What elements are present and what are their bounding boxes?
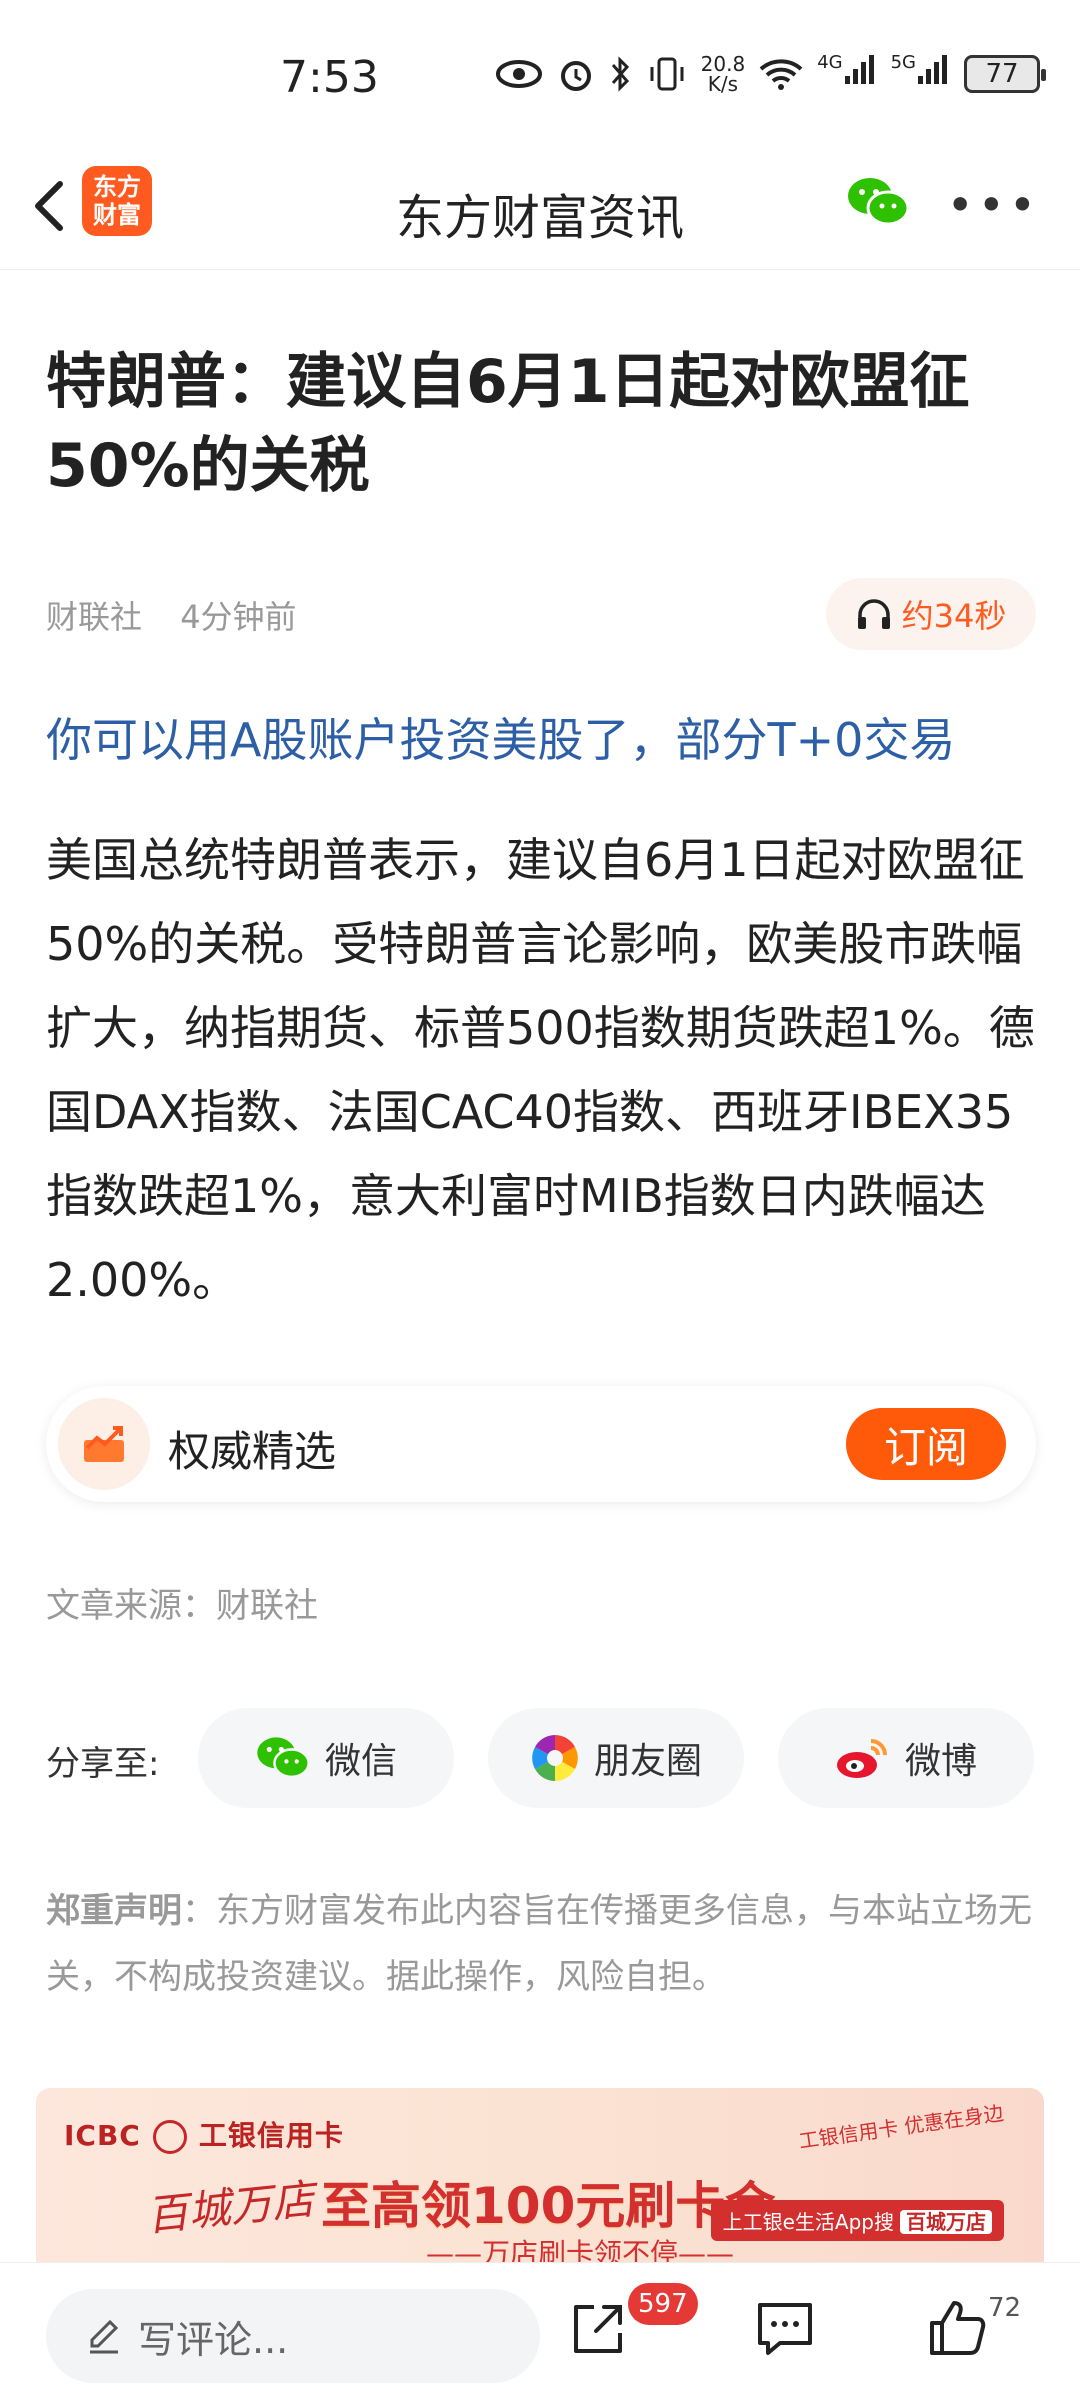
listen-audio-button[interactable]: 约34秒 bbox=[826, 578, 1036, 650]
share-count-badge: 597 bbox=[628, 2283, 698, 2325]
ad-headline: 至高领100元刷卡金 bbox=[321, 2177, 776, 2235]
share-icon bbox=[574, 2305, 622, 2353]
wifi-icon bbox=[759, 52, 803, 96]
net-speed-unit: K/s bbox=[707, 72, 739, 96]
bottom-bar: 写评论... 597 72 bbox=[0, 2262, 1080, 2400]
status-time: 7:53 bbox=[280, 52, 379, 103]
share-label: 分享至: bbox=[46, 1744, 160, 1784]
article-source: 财联社 bbox=[46, 598, 143, 636]
ad-banner[interactable]: ICBC 工银信用卡 工银信用卡 优惠在身边 百城万店 至高领100元刷卡金 ——… bbox=[36, 2088, 1044, 2268]
chart-trend-icon bbox=[58, 1398, 150, 1490]
wechat-icon bbox=[257, 1737, 310, 1779]
bluetooth-icon bbox=[609, 52, 633, 96]
battery-icon: 77 bbox=[964, 55, 1046, 93]
subscription-card[interactable]: 权威精选 订阅 bbox=[46, 1386, 1036, 1502]
net-speed-value: 20.8 bbox=[700, 52, 746, 76]
promo-link[interactable]: 你可以用A股账户投资美股了，部分T+0交易 bbox=[46, 704, 955, 770]
comments-button[interactable] bbox=[750, 2293, 820, 2363]
comment-icon bbox=[758, 2303, 812, 2355]
eye-icon bbox=[495, 52, 543, 96]
share-button[interactable] bbox=[564, 2293, 634, 2363]
like-count: 72 bbox=[988, 2293, 1022, 2323]
ad-right-text: 上工银e生活App搜 bbox=[722, 2210, 894, 2234]
ad-right-label: 上工银e生活App搜 百城万店 bbox=[710, 2200, 1004, 2241]
share-wechat-label: 微信 bbox=[324, 1741, 397, 1782]
net-speed: 20.8 K/s bbox=[701, 54, 746, 94]
weibo-icon bbox=[836, 1739, 887, 1778]
pencil-icon bbox=[90, 2319, 119, 2354]
thumbs-up-icon bbox=[930, 2301, 986, 2355]
page-title: 东方财富资讯 bbox=[395, 190, 684, 246]
status-bar: 7:53 20.8 K/s 4G 5G 77 bbox=[0, 0, 1080, 150]
signal-5g-label: 5G bbox=[890, 52, 916, 73]
headphones-icon bbox=[857, 599, 890, 629]
status-icons: 20.8 K/s 4G 5G 77 bbox=[495, 52, 1046, 96]
share-moments-label: 朋友圈 bbox=[593, 1741, 702, 1782]
vibrate-icon bbox=[647, 52, 687, 96]
ad-brand-right: 工银信用卡 bbox=[198, 2119, 344, 2152]
disclaimer-text: ：东方财富发布此内容旨在传播更多信息，与本站立场无关，不构成投资建议。据此操作，… bbox=[46, 1891, 1032, 1997]
article-headline: 特朗普：建议自6月1日起对欧盟征50%的关税 bbox=[46, 347, 970, 501]
battery-level: 77 bbox=[985, 59, 1019, 89]
subscription-title: 权威精选 bbox=[168, 1427, 337, 1476]
moments-icon bbox=[532, 1735, 578, 1781]
ad-brand-left: ICBC bbox=[64, 2119, 141, 2152]
disclaimer: 郑重声明：东方财富发布此内容旨在传播更多信息，与本站立场无关，不构成投资建议。据… bbox=[46, 1878, 1036, 2010]
icbc-logo-icon bbox=[152, 2120, 187, 2154]
signal-4g-icon: 4G bbox=[817, 52, 876, 96]
subscribe-button[interactable]: 订阅 bbox=[846, 1408, 1006, 1480]
ad-right-highlight: 百城万店 bbox=[900, 2210, 992, 2234]
article-meta: 财联社 4分钟前 bbox=[46, 592, 297, 638]
ad-brand: ICBC 工银信用卡 bbox=[64, 2114, 344, 2154]
signal-5g-icon: 5G bbox=[891, 52, 950, 96]
signal-4g-label: 4G bbox=[817, 52, 843, 73]
article-body: 美国总统特朗普表示，建议自6月1日起对欧盟征50%的关税。受特朗普言论影响，欧美… bbox=[46, 833, 1035, 1307]
wechat-share-icon[interactable] bbox=[846, 174, 910, 230]
disclaimer-title: 郑重声明 bbox=[46, 1891, 182, 1931]
ad-tag: 工银信用卡 优惠在身边 bbox=[796, 2100, 1005, 2154]
more-icon[interactable]: ••• bbox=[947, 178, 1040, 232]
alarm-icon bbox=[557, 52, 595, 96]
share-weibo-label: 微博 bbox=[904, 1741, 977, 1782]
comment-input[interactable]: 写评论... bbox=[46, 2289, 540, 2383]
share-moments-button[interactable]: 朋友圈 bbox=[488, 1708, 744, 1808]
article-source-line: 文章来源：财联社 bbox=[46, 1586, 318, 1626]
article-time: 4分钟前 bbox=[180, 598, 297, 636]
share-weibo-button[interactable]: 微博 bbox=[778, 1708, 1034, 1808]
nav-bar: 东方 财富 东方财富资讯 ••• bbox=[0, 150, 1080, 270]
ad-slogan: 百城万店 bbox=[144, 2174, 317, 2241]
audio-duration: 约34秒 bbox=[901, 597, 1007, 635]
comment-placeholder: 写评论... bbox=[138, 2317, 289, 2362]
share-wechat-button[interactable]: 微信 bbox=[198, 1708, 454, 1808]
like-button[interactable] bbox=[922, 2293, 992, 2363]
